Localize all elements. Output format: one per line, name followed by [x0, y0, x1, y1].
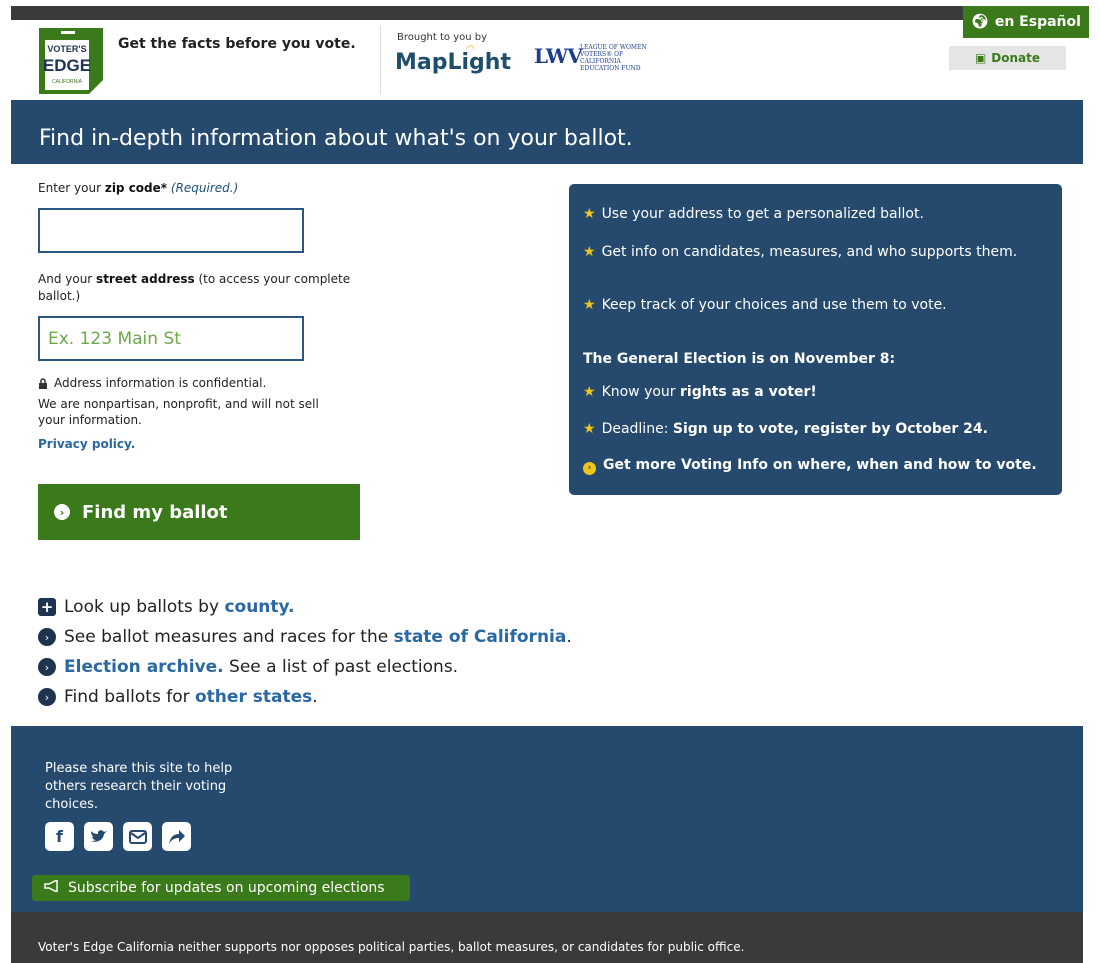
ballot-form: Enter your zip code* (Required.) And you…	[38, 180, 368, 451]
zip-code-input[interactable]	[38, 208, 304, 253]
donate-button[interactable]: ▣ Donate	[949, 46, 1066, 70]
star-icon: ★	[583, 297, 596, 313]
chevron-right-icon: ›	[38, 688, 56, 706]
state-prefix: See ballot measures and races for the	[64, 627, 394, 647]
top-bar	[11, 6, 1083, 20]
site-footer: Please share this site to help others re…	[11, 726, 1083, 912]
disclaimer-text: Voter's Edge California neither supports…	[38, 940, 745, 954]
info-item-text: Keep track of your choices and use them …	[601, 297, 947, 313]
site-header: VOTER'S EDGE CALIFORNIA Get the facts be…	[11, 20, 1083, 100]
election-archive-link[interactable]: Election archive.	[64, 657, 224, 677]
maplight-logo[interactable]: MapLight	[395, 50, 511, 75]
zip-required-note: (Required.)	[170, 181, 239, 195]
info-item-track: ★ Keep track of your choices and use them…	[583, 297, 1043, 313]
info-item-text: Use your address to get a personalized b…	[601, 206, 924, 222]
twitter-icon[interactable]	[84, 822, 113, 851]
county-prefix: Look up ballots by	[64, 597, 225, 617]
nonpartisan-note: We are nonpartisan, nonprofit, and will …	[38, 397, 319, 427]
logo-line1: VOTER'S	[47, 44, 86, 54]
header-divider	[380, 26, 381, 94]
archive-suffix: See a list of past elections.	[223, 657, 459, 677]
email-icon[interactable]	[123, 822, 152, 851]
lwv-text: LEAGUE OF WOMEN VOTERS® OF CALIFORNIA ED…	[580, 44, 647, 72]
other-states-link[interactable]: other states	[195, 687, 312, 707]
lock-icon	[39, 377, 47, 389]
espanol-button[interactable]: 🌍︎ en Español	[963, 6, 1089, 38]
street-label-bold: street address	[96, 272, 195, 286]
street-address-input[interactable]	[38, 316, 304, 361]
maplight-signal-icon: ◠	[466, 44, 475, 55]
globe-icon: 🌍︎	[971, 14, 989, 30]
subscribe-label: Subscribe for updates on upcoming electi…	[68, 880, 385, 896]
lwv-mark: LWV	[534, 44, 583, 68]
espanol-label: en Español	[994, 14, 1081, 30]
star-icon: ★	[583, 421, 596, 437]
logo-line2: EDGE	[43, 56, 91, 75]
page-title: Find in-depth information about what's o…	[39, 126, 633, 151]
find-my-ballot-button[interactable]: › Find my ballot	[38, 484, 360, 540]
state-suffix: .	[566, 627, 572, 647]
share-text: Please share this site to help others re…	[45, 761, 233, 812]
voting-info-text: Get more Voting Info on where, when and …	[603, 457, 1037, 473]
chevron-right-icon: ›	[38, 658, 56, 676]
logo-line3: CALIFORNIA	[52, 79, 83, 85]
confidential-note: Address information is confidential.	[38, 376, 368, 390]
plus-square-icon: +	[38, 598, 56, 616]
voters-edge-logo[interactable]: VOTER'S EDGE CALIFORNIA	[39, 28, 103, 94]
info-item-rights[interactable]: ★ Know your rights as a voter!	[583, 384, 1043, 400]
hero-banner: Find in-depth information about what's o…	[11, 100, 1083, 164]
more-links: + Look up ballots by county. › See ballo…	[38, 592, 572, 712]
facebook-icon[interactable]: f	[45, 822, 74, 851]
county-link[interactable]: county.	[224, 597, 294, 617]
voting-info-link[interactable]: › Get more Voting Info on where, when and…	[583, 457, 1043, 475]
rights-prefix: Know your	[601, 384, 681, 400]
street-label: And your street address (to access your …	[38, 271, 368, 305]
confidential-text: Address information is confidential.	[54, 376, 267, 390]
star-icon: ★	[583, 244, 596, 260]
link-archive: › Election archive. See a list of past e…	[38, 652, 572, 682]
link-county: + Look up ballots by county.	[38, 592, 572, 622]
info-box: ★ Use your address to get a personalized …	[569, 184, 1062, 495]
chevron-right-icon: ›	[583, 461, 596, 475]
privacy-policy-link[interactable]: Privacy policy.	[38, 437, 368, 451]
donate-label: Donate	[991, 51, 1041, 65]
register-link[interactable]: Sign up to vote, register by October 24.	[673, 421, 988, 437]
star-icon: ★	[583, 384, 596, 400]
subscribe-button[interactable]: Subscribe for updates on upcoming electi…	[32, 875, 410, 901]
election-heading: The General Election is on November 8:	[583, 351, 896, 367]
star-icon: ★	[583, 206, 596, 222]
find-my-ballot-label: Find my ballot	[82, 501, 228, 523]
share-icon[interactable]	[162, 822, 191, 851]
chevron-right-icon: ›	[54, 504, 70, 520]
rights-link[interactable]: rights as a voter!	[680, 384, 817, 400]
link-state: › See ballot measures and races for the …	[38, 622, 572, 652]
info-item-text: Get info on candidates, measures, and wh…	[601, 244, 1018, 260]
disclaimer-bar: Voter's Edge California neither supports…	[11, 912, 1083, 963]
zip-label: Enter your zip code* (Required.)	[38, 180, 368, 197]
chevron-right-icon: ›	[38, 628, 56, 646]
zip-label-prefix: Enter your	[38, 181, 105, 195]
megaphone-icon	[44, 878, 60, 896]
zip-label-bold: zip code*	[104, 181, 168, 195]
street-label-prefix: And your	[38, 272, 97, 286]
social-buttons: f	[45, 822, 191, 851]
info-item-personalized: ★ Use your address to get a personalized …	[583, 206, 1043, 222]
info-item-candidates: ★ Get info on candidates, measures, and w…	[583, 244, 1023, 260]
tagline: Get the facts before you vote.	[118, 36, 356, 52]
other-suffix: .	[312, 687, 318, 707]
info-item-deadline[interactable]: ★ Deadline: Sign up to vote, register by …	[583, 421, 1043, 437]
state-of-california-link[interactable]: state of California	[394, 627, 567, 647]
deadline-prefix: Deadline:	[601, 421, 673, 437]
brought-to-you-by: Brought to you by	[397, 32, 488, 43]
link-other-states: › Find ballots for other states.	[38, 682, 572, 712]
other-prefix: Find ballots for	[64, 687, 195, 707]
gift-icon: ▣	[974, 51, 987, 65]
